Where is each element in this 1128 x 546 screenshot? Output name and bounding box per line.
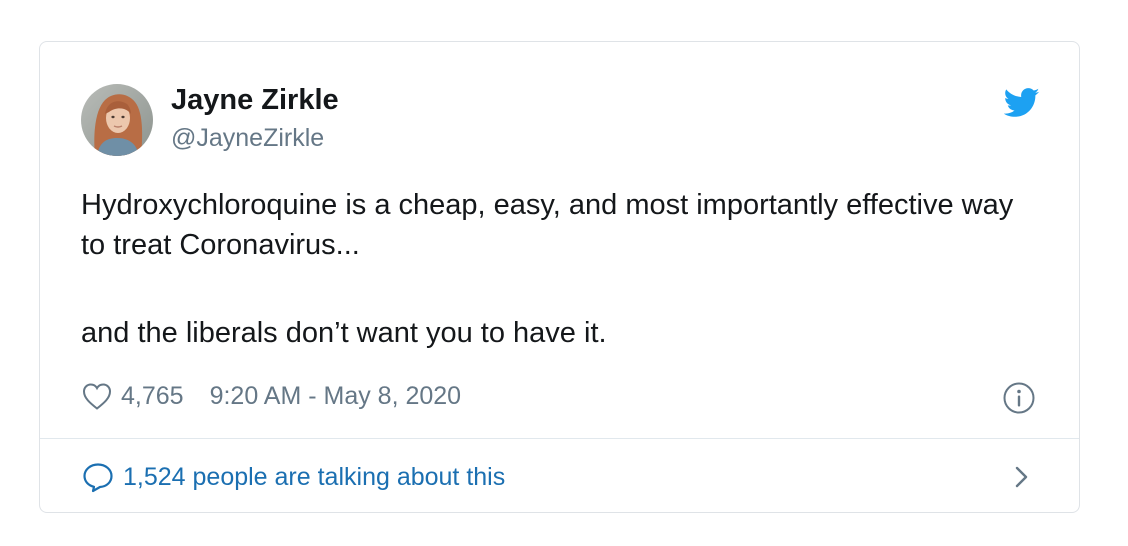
- conversation-link[interactable]: 1,524 people are talking about this: [81, 458, 505, 496]
- tweet-body: Hydroxychloroquine is a cheap, easy, and…: [81, 185, 1041, 353]
- info-icon[interactable]: [1002, 381, 1036, 415]
- avatar-photo: [81, 84, 153, 156]
- conversation-label[interactable]: 1,524 people are talking about this: [123, 463, 505, 492]
- author-name[interactable]: Jayne Zirkle: [171, 84, 339, 117]
- chevron-right-icon[interactable]: [1012, 464, 1032, 490]
- divider: [40, 438, 1079, 439]
- author-handle[interactable]: @JayneZirkle: [171, 124, 324, 153]
- tweet-timestamp[interactable]: 9:20 AM - May 8, 2020: [210, 382, 462, 411]
- tweet-card: Jayne Zirkle @JayneZirkle Hydroxychloroq…: [39, 41, 1080, 513]
- tweet-paragraph: and the liberals don’t want you to have …: [81, 317, 607, 349]
- speech-bubble-icon: [83, 463, 113, 493]
- tweet-meta: 4,765 9:20 AM - May 8, 2020: [81, 379, 461, 413]
- twitter-bird-icon[interactable]: [1004, 88, 1040, 118]
- tweet-paragraph: Hydroxychloroquine is a cheap, easy, and…: [81, 189, 1014, 261]
- heart-icon[interactable]: [81, 381, 113, 411]
- author-avatar[interactable]: [81, 84, 153, 156]
- like-count[interactable]: 4,765: [121, 382, 184, 411]
